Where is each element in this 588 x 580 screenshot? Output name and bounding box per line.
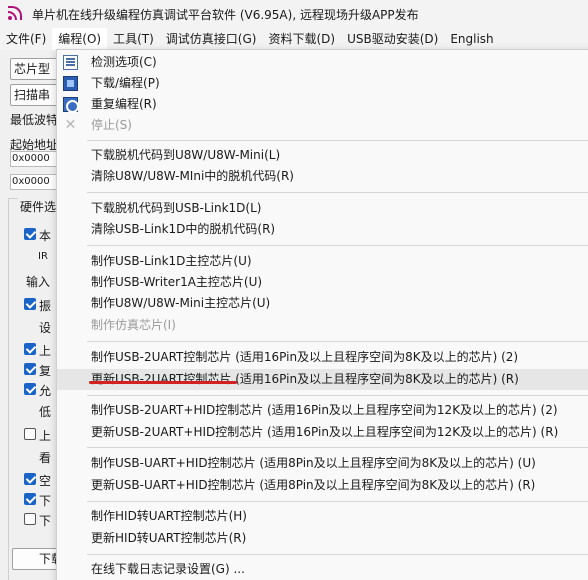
menu-item-download-offline-u8w[interactable]: 下载脱机代码到U8W/U8W-Mini(L)	[57, 145, 588, 166]
option-checkbox-13[interactable]	[24, 493, 36, 505]
option-checkbox-7[interactable]	[24, 363, 36, 375]
menu-separator	[87, 395, 588, 396]
menu-item-update-usb-2uart[interactable]: 更新USB-2UART控制芯片 (适用16Pin及以上且程序空间为8K及以上的芯…	[57, 369, 588, 390]
menu-item-clear-offline-link1d[interactable]: 清除USB-Link1D中的脱机代码(R)	[57, 219, 588, 240]
menu-item-label: 停止(S)	[91, 118, 132, 132]
option-checkbox-1[interactable]	[24, 228, 36, 240]
option-label-4: 振	[39, 299, 52, 313]
hardware-options-label: 硬件选	[18, 198, 59, 215]
red-underline-annotation	[89, 381, 237, 384]
menu-separator	[87, 341, 588, 342]
menu-separator	[87, 245, 588, 246]
option-label-6: 上	[39, 344, 52, 358]
menu-item-label: 重复编程(R)	[91, 97, 157, 111]
option-label-12: 空	[39, 474, 52, 488]
end-address-input[interactable]: 0x0000	[10, 174, 60, 190]
menu-item-label: 制作USB-2UART控制芯片 (适用16Pin及以上且程序空间为8K及以上的芯…	[91, 350, 519, 364]
option-label-9: 低	[39, 405, 52, 419]
option-label-14: 下	[39, 514, 52, 528]
menu-item-label: 清除U8W/U8W-MIni中的脱机代码(R)	[91, 169, 294, 183]
option-label-1: 本	[39, 229, 52, 243]
list-icon	[63, 55, 78, 70]
menu-debug-interface[interactable]: 调试仿真接口(G)	[160, 28, 263, 50]
menu-downloads[interactable]: 资料下载(D)	[262, 28, 341, 50]
menu-separator	[87, 192, 588, 193]
menu-item-label: 清除USB-Link1D中的脱机代码(R)	[91, 222, 276, 236]
option-label-11: 看	[39, 451, 52, 465]
menu-item-label: 下载脱机代码到U8W/U8W-Mini(L)	[91, 148, 281, 162]
window-title: 单片机在线升级编程仿真调试平台软件 (V6.95A), 远程现场升级APP发布	[32, 7, 419, 22]
menu-file[interactable]: 文件(F)	[0, 28, 52, 50]
menu-bar: 文件(F) 编程(O) 工具(T) 调试仿真接口(G) 资料下载(D) USB驱…	[0, 28, 588, 50]
menu-item-update-usb-2uart-hid[interactable]: 更新USB-2UART+HID控制芯片 (适用16Pin及以上且程序空间为12K…	[57, 422, 588, 443]
repeat-icon	[63, 97, 79, 113]
menu-item-label: 下载脱机代码到USB-Link1D(L)	[91, 201, 262, 215]
menu-item-download-offline-link1d[interactable]: 下载脱机代码到USB-Link1D(L)	[57, 198, 588, 219]
option-label-13: 下	[39, 494, 52, 508]
menu-separator	[87, 501, 588, 502]
menu-item-label: 制作USB-Writer1A主控芯片(U)	[91, 275, 263, 289]
menu-item-label: 更新HID转UART控制芯片(R)	[91, 531, 247, 545]
title-bar: 单片机在线升级编程仿真调试平台软件 (V6.95A), 远程现场升级APP发布	[0, 0, 588, 28]
chip-icon	[63, 76, 78, 91]
menu-program[interactable]: 编程(O)	[52, 28, 108, 50]
program-dropdown-menu: 检测选项(C) 下载/编程(P) 重复编程(R) ✕ 停止(S) 下载脱机代码到…	[56, 49, 588, 580]
option-checkbox-8[interactable]	[24, 383, 36, 395]
menu-item-make-u8w-chip[interactable]: 制作U8W/U8W-Mini主控芯片(U)	[57, 293, 588, 314]
menu-usb-driver[interactable]: USB驱动安装(D)	[341, 28, 444, 50]
menu-item-repeat-program[interactable]: 重复编程(R)	[57, 94, 588, 115]
menu-separator	[87, 140, 588, 141]
menu-item-make-emulator-chip: 制作仿真芯片(I)	[57, 315, 588, 336]
menu-item-clear-offline-u8w[interactable]: 清除U8W/U8W-MIni中的脱机代码(R)	[57, 166, 588, 187]
download-button[interactable]: 下载	[12, 548, 60, 570]
menu-item-make-hid-uart[interactable]: 制作HID转UART控制芯片(H)	[57, 506, 588, 527]
menu-item-label: 制作USB-UART+HID控制芯片 (适用8Pin及以上且程序空间为8K及以上…	[91, 456, 536, 470]
menu-item-online-log-settings[interactable]: 在线下载日志记录设置(G) ...	[57, 559, 588, 580]
left-panel: 芯片型 扫描串 最低波特 起始地址 0x0000 0x0000 硬件选 本 IR…	[0, 50, 60, 580]
app-logo-icon	[8, 6, 24, 22]
menu-item-label: 在线下载日志记录设置(G) ...	[91, 562, 245, 576]
option-checkbox-4[interactable]	[24, 298, 36, 310]
menu-item-label: 制作HID转UART控制芯片(H)	[91, 509, 247, 523]
menu-item-make-usb-2uart[interactable]: 制作USB-2UART控制芯片 (适用16Pin及以上且程序空间为8K及以上的芯…	[57, 347, 588, 368]
menu-tools[interactable]: 工具(T)	[107, 28, 160, 50]
menu-item-make-usb-uart-hid[interactable]: 制作USB-UART+HID控制芯片 (适用8Pin及以上且程序空间为8K及以上…	[57, 453, 588, 474]
menu-item-label: 检测选项(C)	[91, 55, 157, 69]
option-checkbox-10[interactable]	[24, 428, 36, 440]
menu-item-download-program[interactable]: 下载/编程(P)	[57, 73, 588, 94]
option-checkbox-12[interactable]	[24, 473, 36, 485]
option-label-5: 设	[39, 321, 52, 335]
menu-item-label: 更新USB-UART+HID控制芯片 (适用8Pin及以上且程序空间为8K及以上…	[91, 478, 536, 492]
stop-icon: ✕	[64, 117, 77, 133]
menu-item-update-hid-uart[interactable]: 更新HID转UART控制芯片(R)	[57, 528, 588, 549]
menu-item-label: 下载/编程(P)	[91, 76, 160, 90]
menu-item-stop: ✕ 停止(S)	[57, 115, 588, 136]
option-label-10: 上	[39, 429, 52, 443]
min-baud-label: 最低波特	[10, 113, 59, 127]
menu-english[interactable]: English	[444, 28, 499, 50]
chip-type-select[interactable]: 芯片型	[10, 58, 60, 80]
option-label-2: IR	[38, 251, 48, 262]
option-label-8: 允	[39, 384, 52, 398]
menu-separator	[87, 554, 588, 555]
menu-item-make-usb-2uart-hid[interactable]: 制作USB-2UART+HID控制芯片 (适用16Pin及以上且程序空间为12K…	[57, 400, 588, 421]
menu-item-label: 更新USB-2UART+HID控制芯片 (适用16Pin及以上且程序空间为12K…	[91, 425, 559, 439]
menu-item-label: 制作U8W/U8W-Mini主控芯片(U)	[91, 296, 271, 310]
scan-serial-button[interactable]: 扫描串	[10, 84, 60, 106]
option-checkbox-6[interactable]	[24, 343, 36, 355]
menu-item-label: 制作USB-2UART+HID控制芯片 (适用16Pin及以上且程序空间为12K…	[91, 403, 558, 417]
option-label-7: 复	[39, 364, 52, 378]
menu-item-update-usb-uart-hid[interactable]: 更新USB-UART+HID控制芯片 (适用8Pin及以上且程序空间为8K及以上…	[57, 475, 588, 496]
menu-item-make-link1d-chip[interactable]: 制作USB-Link1D主控芯片(U)	[57, 251, 588, 272]
menu-item-label: 制作USB-Link1D主控芯片(U)	[91, 254, 252, 268]
start-address-input[interactable]: 0x0000	[10, 151, 60, 167]
option-label-3: 输入	[26, 275, 51, 289]
menu-item-check-options[interactable]: 检测选项(C)	[57, 52, 588, 73]
menu-separator	[87, 447, 588, 448]
menu-item-make-writer1a-chip[interactable]: 制作USB-Writer1A主控芯片(U)	[57, 272, 588, 293]
menu-item-label: 制作仿真芯片(I)	[91, 318, 176, 332]
option-checkbox-14[interactable]	[24, 513, 36, 525]
